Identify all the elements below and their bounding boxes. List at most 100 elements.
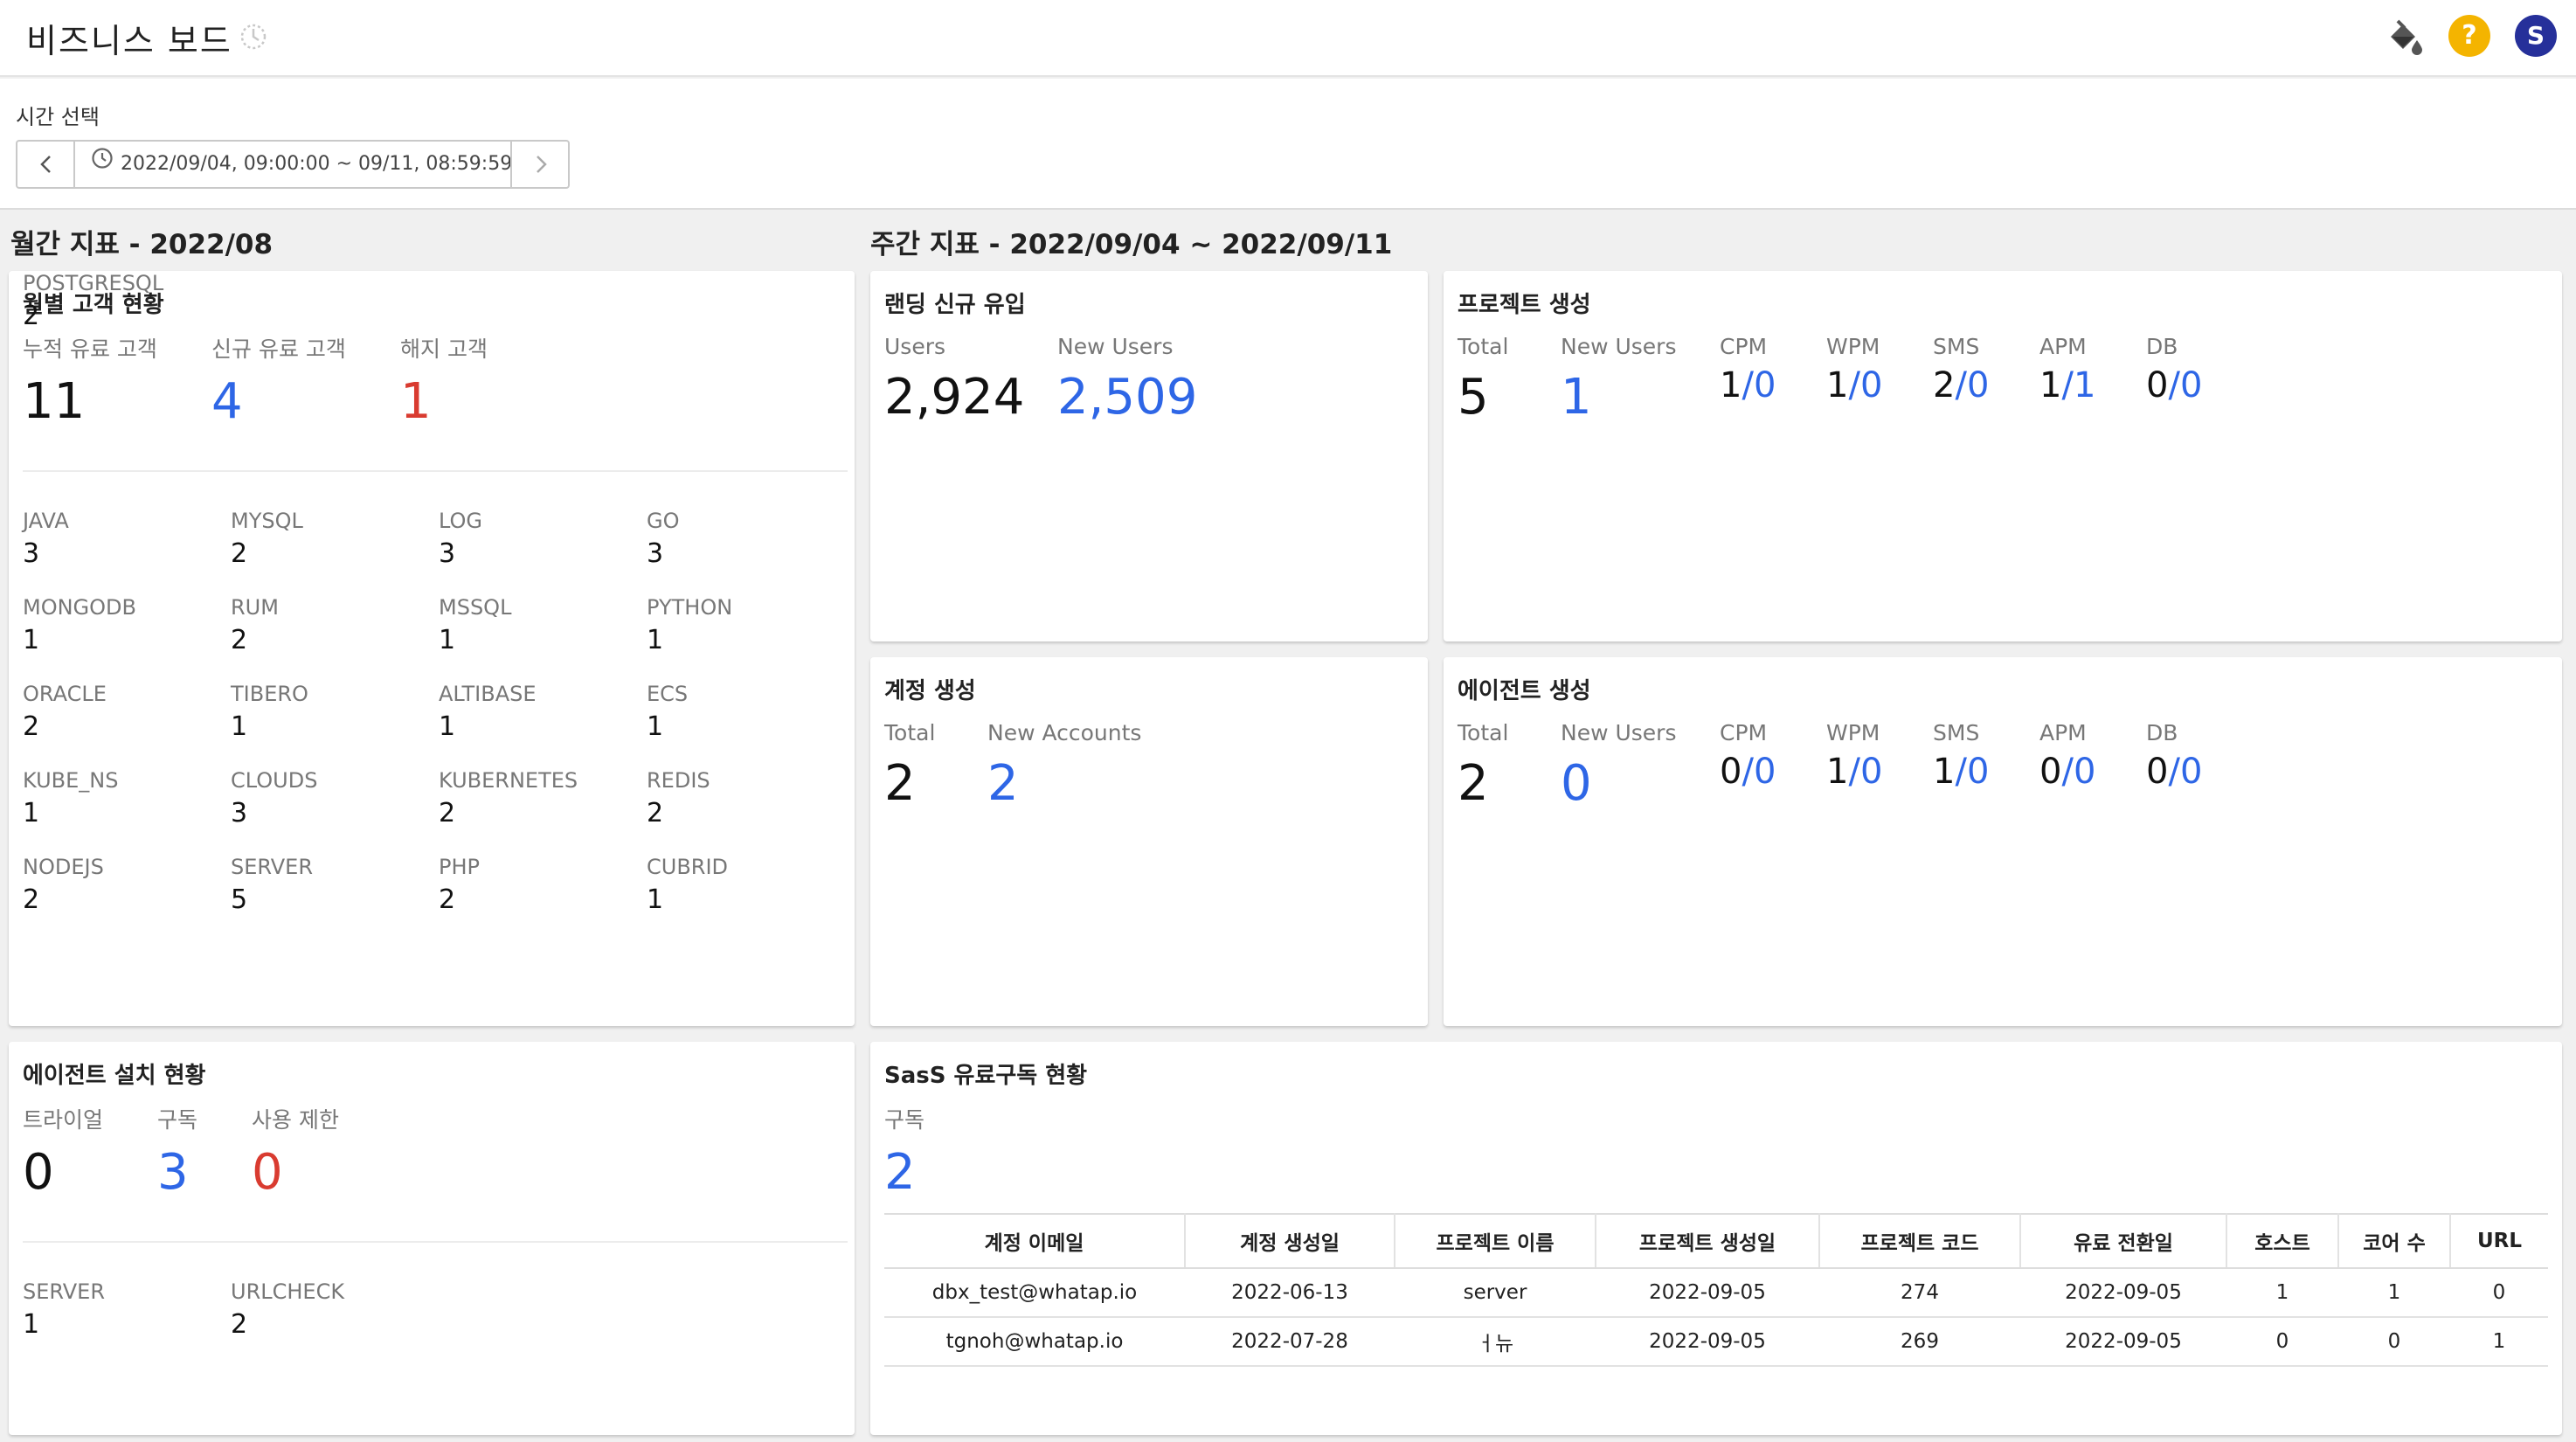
product-value: 3 xyxy=(647,538,664,569)
table-cell: 1 xyxy=(2226,1268,2338,1318)
type-count: 0 xyxy=(2039,752,2062,792)
metric-label: New Accounts xyxy=(987,720,1142,745)
metric-value: 2,509 xyxy=(1057,369,1198,426)
table-cell: 2022-09-05 xyxy=(1596,1317,1819,1367)
time-range-picker[interactable]: 2022/09/04, 09:00:00 ~ 09/11, 08:59:59 xyxy=(16,140,570,189)
type-apm: APM 1/1 xyxy=(2039,334,2096,406)
product-label: CUBRID xyxy=(647,855,729,879)
type-label: SMS xyxy=(1933,334,1980,359)
column-header[interactable]: 호스트 xyxy=(2226,1213,2339,1269)
metric-value: 2 xyxy=(987,755,1019,812)
metric-value: 1 xyxy=(1561,369,1592,426)
account-creation-card: 계정 생성 Total 2 New Accounts 2 xyxy=(870,657,1428,1026)
agent-item-server: SERVER 1 xyxy=(23,1279,224,1340)
metric-new-paid: 신규 유료 고객 4 xyxy=(211,332,346,426)
refresh-icon[interactable] xyxy=(238,21,269,52)
type-label: APM xyxy=(2039,334,2087,359)
product-value: 1 xyxy=(439,625,456,655)
metric-value: 2 xyxy=(884,1144,916,1201)
table-row[interactable]: dbx_test@whatap.io 2022-06-13 server 2022-0… xyxy=(884,1268,2548,1318)
column-header[interactable]: 유료 전환일 xyxy=(2020,1213,2227,1269)
metric-label: 사용 제한 xyxy=(252,1107,339,1133)
type-label: WPM xyxy=(1826,720,1880,745)
type-count-new: 0 xyxy=(2179,365,2203,406)
type-count: 1 xyxy=(1933,752,1956,792)
product-label: RUM xyxy=(231,595,279,620)
product-item: KUBE_NS 1 xyxy=(23,768,224,828)
table-cell: dbx_test@whatap.io xyxy=(884,1268,1185,1318)
type-count-new: 0 xyxy=(1859,365,1883,406)
product-value: 2 xyxy=(231,625,248,655)
table-cell: 1 xyxy=(2450,1317,2548,1367)
product-item: ALTIBASE 1 xyxy=(439,682,640,742)
metric-total: Total 5 xyxy=(1458,334,1508,422)
weekly-section-title: 주간 지표 - 2022/09/04 ~ 2022/09/11 xyxy=(870,229,1393,260)
product-item: RUM 2 xyxy=(231,595,432,655)
column-header[interactable]: 계정 생성일 xyxy=(1185,1213,1395,1269)
table-cell: 2022-06-13 xyxy=(1185,1268,1395,1318)
product-item: REDIS 2 xyxy=(647,768,848,828)
product-label: PYTHON xyxy=(647,595,733,620)
product-item: JAVA 3 xyxy=(23,509,224,569)
time-range-display[interactable]: 2022/09/04, 09:00:00 ~ 09/11, 08:59:59 xyxy=(91,142,512,187)
type-wpm: WPM 1/0 xyxy=(1826,334,1883,406)
table-row[interactable]: tgnoh@whatap.io 2022-07-28 ㅓ뉴 2022-09-05 269… xyxy=(884,1317,2548,1367)
product-item: POSTGRESQL 2 xyxy=(23,271,224,331)
product-label: GO xyxy=(647,509,680,533)
metric-value: 1 xyxy=(400,373,432,430)
time-select-bar: 시간 선택 2022/09/04, 09:00:00 ~ 09/11, 08:5… xyxy=(0,79,2576,210)
type-apm: APM 0/0 xyxy=(2039,720,2096,792)
metric-subscribed: 구독 3 xyxy=(157,1103,197,1197)
column-header[interactable]: 프로젝트 이름 xyxy=(1395,1213,1596,1269)
table-cell: ㅓ뉴 xyxy=(1395,1317,1596,1367)
type-count: 1 xyxy=(1826,365,1849,406)
metric-label: New Users xyxy=(1561,720,1677,745)
type-count-new: 0 xyxy=(1859,752,1883,792)
product-value: 2 xyxy=(231,538,248,569)
product-item: PHP 2 xyxy=(439,855,640,915)
metric-value: 5 xyxy=(1458,369,1489,426)
product-value: 1 xyxy=(23,625,40,655)
subscription-table: 계정 이메일 계정 생성일 프로젝트 이름 프로젝트 생성일 프로젝트 코드 유료 전환일… xyxy=(884,1213,2548,1367)
type-count-new: 0 xyxy=(1966,365,1990,406)
product-label: MSSQL xyxy=(439,595,512,620)
metric-churned: 해지 고객 1 xyxy=(400,332,488,426)
next-period-button[interactable] xyxy=(510,142,568,187)
type-count-new: 0 xyxy=(1753,752,1776,792)
type-db: DB 0/0 xyxy=(2146,334,2203,406)
prev-period-button[interactable] xyxy=(17,142,75,187)
table-cell: 2022-09-05 xyxy=(1596,1268,1819,1318)
column-header[interactable]: 계정 이메일 xyxy=(884,1213,1186,1269)
metric-label: Total xyxy=(1458,720,1509,745)
agent-install-card: 에이전트 설치 현황 트라이얼 0 구독 3 사용 제한 0 SERVER 1 … xyxy=(9,1042,855,1435)
help-icon[interactable]: ? xyxy=(2448,15,2490,57)
divider xyxy=(23,470,848,472)
product-item: PYTHON 1 xyxy=(647,595,848,655)
table-cell: tgnoh@whatap.io xyxy=(884,1317,1185,1367)
type-count: 0 xyxy=(2146,365,2169,406)
column-header[interactable]: 프로젝트 생성일 xyxy=(1596,1213,1820,1269)
product-value: 2 xyxy=(439,798,456,828)
type-count-new: 0 xyxy=(1753,365,1776,406)
type-count-new: 1 xyxy=(2073,365,2096,406)
metric-value: 0 xyxy=(1561,755,1592,812)
type-cpm: CPM 0/0 xyxy=(1720,720,1776,792)
product-value: 1 xyxy=(231,711,248,742)
product-label: ECS xyxy=(647,682,689,706)
column-header[interactable]: 코어 수 xyxy=(2338,1213,2451,1269)
metric-label: 구독 xyxy=(884,1107,925,1133)
metric-users: Users 2,924 xyxy=(884,334,1024,422)
type-label: WPM xyxy=(1826,334,1880,359)
metric-subscriptions: 구독 2 xyxy=(884,1103,924,1197)
chevron-left-icon xyxy=(40,156,51,173)
type-count: 1 xyxy=(1826,752,1849,792)
paint-bucket-icon[interactable] xyxy=(2384,17,2424,58)
column-header[interactable]: 프로젝트 코드 xyxy=(1819,1213,2021,1269)
product-label: MONGODB xyxy=(23,595,136,620)
column-header[interactable]: URL xyxy=(2450,1213,2548,1269)
metric-value: 2,924 xyxy=(884,369,1025,426)
avatar[interactable]: S xyxy=(2515,15,2557,57)
metric-total: Total 2 xyxy=(1458,720,1508,808)
product-label: LOG xyxy=(439,509,483,533)
product-value: 1 xyxy=(439,711,456,742)
